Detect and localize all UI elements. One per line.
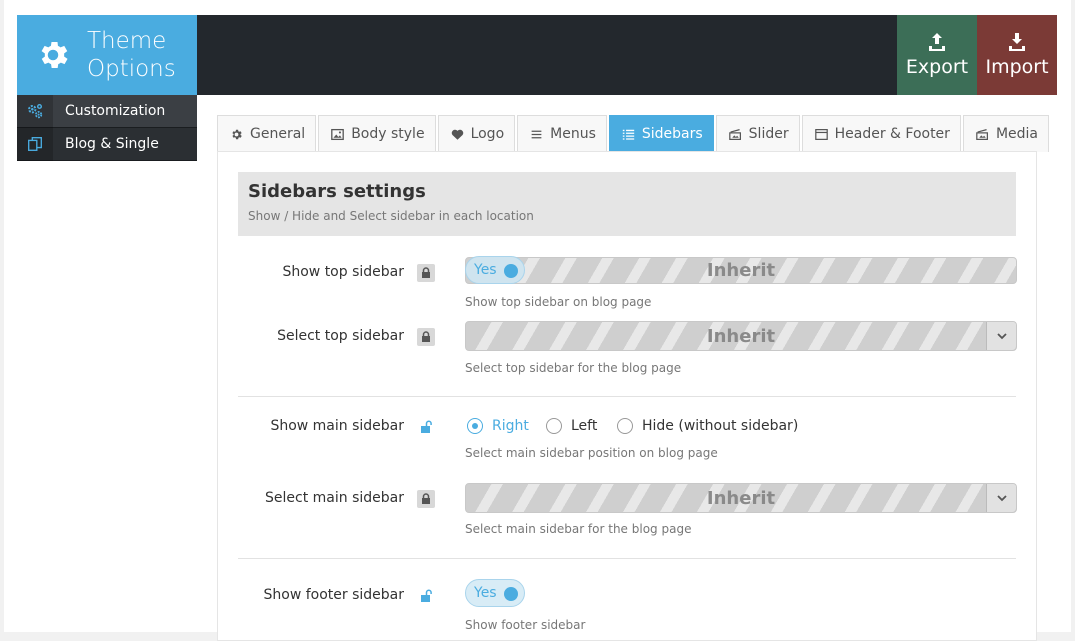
lock-icon[interactable] — [417, 490, 435, 508]
tab-general[interactable]: General — [217, 115, 317, 152]
show-footer-sidebar-toggle[interactable]: Yes — [465, 579, 525, 607]
sidebar-item-label: Customization — [65, 103, 166, 119]
copy-icon — [28, 137, 42, 151]
page: Theme Options Export Import Customizatio… — [0, 0, 1075, 641]
theme-options-logo: Theme Options — [17, 15, 197, 95]
radio-left[interactable]: Left — [546, 418, 597, 434]
show-top-sidebar-inherit: Inherit — [465, 257, 1017, 284]
top-bar: Theme Options Export Import — [17, 15, 1057, 95]
select-top-sidebar-select[interactable]: Inherit — [465, 321, 1017, 351]
sidebar-item-label: Blog & Single — [65, 136, 159, 152]
export-button[interactable]: Export — [897, 15, 977, 95]
select-value: Inherit — [706, 326, 776, 347]
tab-label: Body style — [351, 126, 425, 142]
section-description: Show / Hide and Select sidebar in each l… — [248, 209, 534, 223]
list-icon — [622, 129, 635, 140]
unlock-icon[interactable] — [417, 418, 435, 436]
tab-label: General — [250, 126, 306, 142]
media-icon — [976, 128, 988, 140]
unlock-icon[interactable] — [417, 587, 435, 605]
show-main-sidebar-desc: Select main sidebar position on blog pag… — [465, 446, 718, 460]
tab-sidebars[interactable]: Sidebars — [608, 115, 714, 152]
sidebar-menu: Customization Blog & Single — [17, 94, 197, 161]
radio-label: Right — [492, 418, 529, 434]
radio-dot — [617, 418, 633, 434]
radio-right[interactable]: Right — [467, 418, 529, 434]
select-top-sidebar-desc: Select top sidebar for the blog page — [465, 361, 682, 375]
tab-label: Slider — [748, 126, 789, 142]
gear-icon — [41, 41, 68, 69]
toggle-label: Yes — [474, 585, 497, 601]
select-main-sidebar-select[interactable]: Inherit — [465, 483, 1017, 513]
inherit-value: Inherit — [706, 260, 776, 281]
import-button[interactable]: Import — [977, 15, 1057, 95]
radio-hide[interactable]: Hide (without sidebar) — [617, 418, 798, 434]
app-title: Theme Options — [87, 27, 176, 83]
settings-panel: Sidebars settings Show / Hide and Select… — [217, 151, 1037, 641]
section-header: Sidebars settings Show / Hide and Select… — [238, 172, 1016, 236]
chevron-down-icon[interactable] — [986, 484, 1016, 512]
select-main-sidebar-desc: Select main sidebar for the blog page — [465, 522, 692, 536]
sidebar-item-blog-single[interactable]: Blog & Single — [17, 127, 197, 161]
select-value: Inherit — [706, 488, 776, 509]
radio-label: Hide (without sidebar) — [642, 418, 799, 434]
app-title-line2: Options — [87, 56, 176, 82]
upload-icon — [929, 33, 945, 51]
show-main-sidebar-label: Show main sidebar — [270, 418, 404, 434]
gear-icon — [232, 129, 242, 139]
show-top-sidebar-label: Show top sidebar — [282, 264, 404, 280]
section-title: Sidebars settings — [248, 181, 426, 202]
radio-dot — [546, 418, 562, 434]
heart-icon — [451, 129, 463, 140]
tab-logo[interactable]: Logo — [437, 115, 516, 152]
select-main-sidebar-label: Select main sidebar — [265, 490, 404, 506]
slider-icon — [728, 128, 741, 140]
toggle-label: Yes — [474, 262, 497, 278]
app-title-line1: Theme — [87, 28, 167, 54]
tab-label: Media — [995, 126, 1038, 142]
toggle-knob — [504, 587, 518, 601]
menu-icon — [531, 130, 542, 138]
show-top-sidebar-toggle[interactable]: Yes — [465, 256, 525, 284]
tab-slider[interactable]: Slider — [715, 115, 800, 152]
show-footer-sidebar-desc: Show footer sidebar — [465, 618, 586, 632]
export-label: Export — [905, 56, 969, 78]
lock-icon[interactable] — [417, 328, 435, 346]
tab-label: Header & Footer — [834, 126, 950, 142]
chevron-down-icon[interactable] — [986, 322, 1016, 350]
radio-dot — [467, 418, 483, 434]
divider — [238, 558, 1016, 559]
image-icon — [331, 128, 345, 140]
tab-menus[interactable]: Menus — [517, 115, 607, 152]
show-top-sidebar-desc: Show top sidebar on blog page — [465, 295, 652, 309]
toggle-knob — [504, 264, 518, 278]
download-icon — [1009, 33, 1025, 51]
tab-body-style[interactable]: Body style — [318, 115, 436, 152]
import-label: Import — [985, 56, 1049, 78]
show-footer-sidebar-label: Show footer sidebar — [263, 587, 405, 603]
divider — [238, 396, 1016, 397]
radio-label: Left — [571, 418, 598, 434]
tab-bar: General Body style Logo Menus Sidebars S… — [217, 115, 1051, 152]
tab-header-footer[interactable]: Header & Footer — [801, 115, 961, 152]
select-top-sidebar-label: Select top sidebar — [277, 328, 404, 344]
tab-label: Logo — [470, 126, 505, 142]
window-icon — [814, 128, 828, 140]
tab-label: Menus — [550, 126, 596, 142]
tab-media[interactable]: Media — [962, 115, 1049, 152]
tab-label: Sidebars — [641, 126, 703, 142]
sidebar-item-customization[interactable]: Customization — [17, 94, 197, 128]
gears-icon — [28, 103, 43, 119]
lock-icon[interactable] — [417, 264, 435, 282]
